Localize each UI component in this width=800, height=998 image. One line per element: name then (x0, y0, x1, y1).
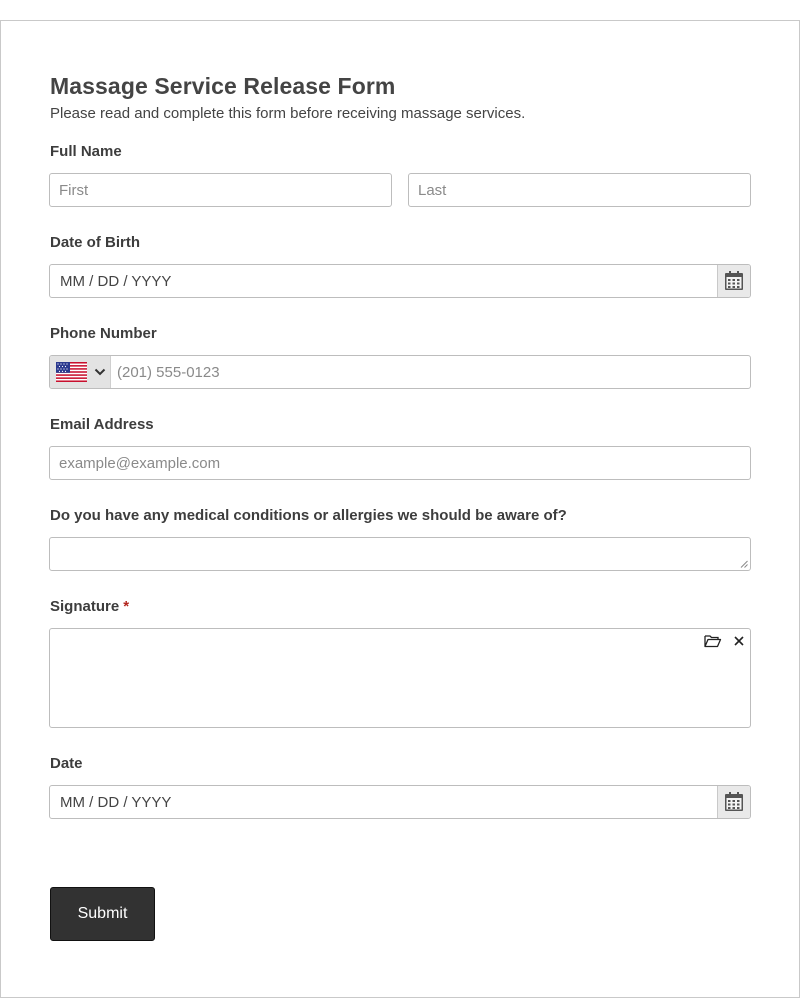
date-calendar-button[interactable] (717, 786, 750, 818)
phone-label: Phone Number (50, 325, 157, 342)
country-code-select[interactable] (50, 356, 111, 388)
chevron-down-icon (94, 368, 106, 376)
signature-label-text: Signature (50, 598, 120, 615)
first-name-placeholder: First (59, 182, 89, 199)
date-placeholder: MM / DD / YYYY (60, 794, 172, 811)
email-placeholder: example@example.com (59, 455, 221, 472)
close-icon[interactable] (732, 634, 746, 648)
date-label: Date (50, 755, 83, 772)
form-subtitle: Please read and complete this form befor… (50, 105, 526, 122)
last-name-input[interactable]: Last (408, 173, 751, 207)
phone-placeholder: (201) 555-0123 (117, 364, 220, 381)
email-label: Email Address (50, 416, 154, 433)
submit-button[interactable]: Submit (50, 887, 155, 941)
phone-input[interactable]: (201) 555-0123 (49, 355, 751, 389)
dob-placeholder: MM / DD / YYYY (60, 273, 172, 290)
form-title: Massage Service Release Form (50, 73, 396, 99)
date-input[interactable]: MM / DD / YYYY (49, 785, 751, 819)
resize-handle-icon[interactable] (740, 560, 748, 568)
dob-input[interactable]: MM / DD / YYYY (49, 264, 751, 298)
first-name-input[interactable]: First (49, 173, 392, 207)
medical-textarea[interactable] (49, 537, 751, 571)
full-name-label: Full Name (50, 143, 122, 160)
dob-label: Date of Birth (50, 234, 140, 251)
required-mark: * (123, 598, 130, 615)
medical-question-label: Do you have any medical conditions or al… (50, 507, 567, 524)
signature-pad[interactable] (49, 628, 751, 728)
folder-open-icon[interactable] (704, 634, 722, 648)
calendar-icon (725, 271, 743, 290)
us-flag-icon (56, 362, 87, 382)
calendar-icon (725, 792, 743, 811)
signature-label: Signature * (50, 598, 129, 615)
form-container: Massage Service Release Form Please read… (0, 20, 800, 998)
last-name-placeholder: Last (418, 182, 447, 199)
email-input[interactable]: example@example.com (49, 446, 751, 480)
dob-calendar-button[interactable] (717, 265, 750, 297)
